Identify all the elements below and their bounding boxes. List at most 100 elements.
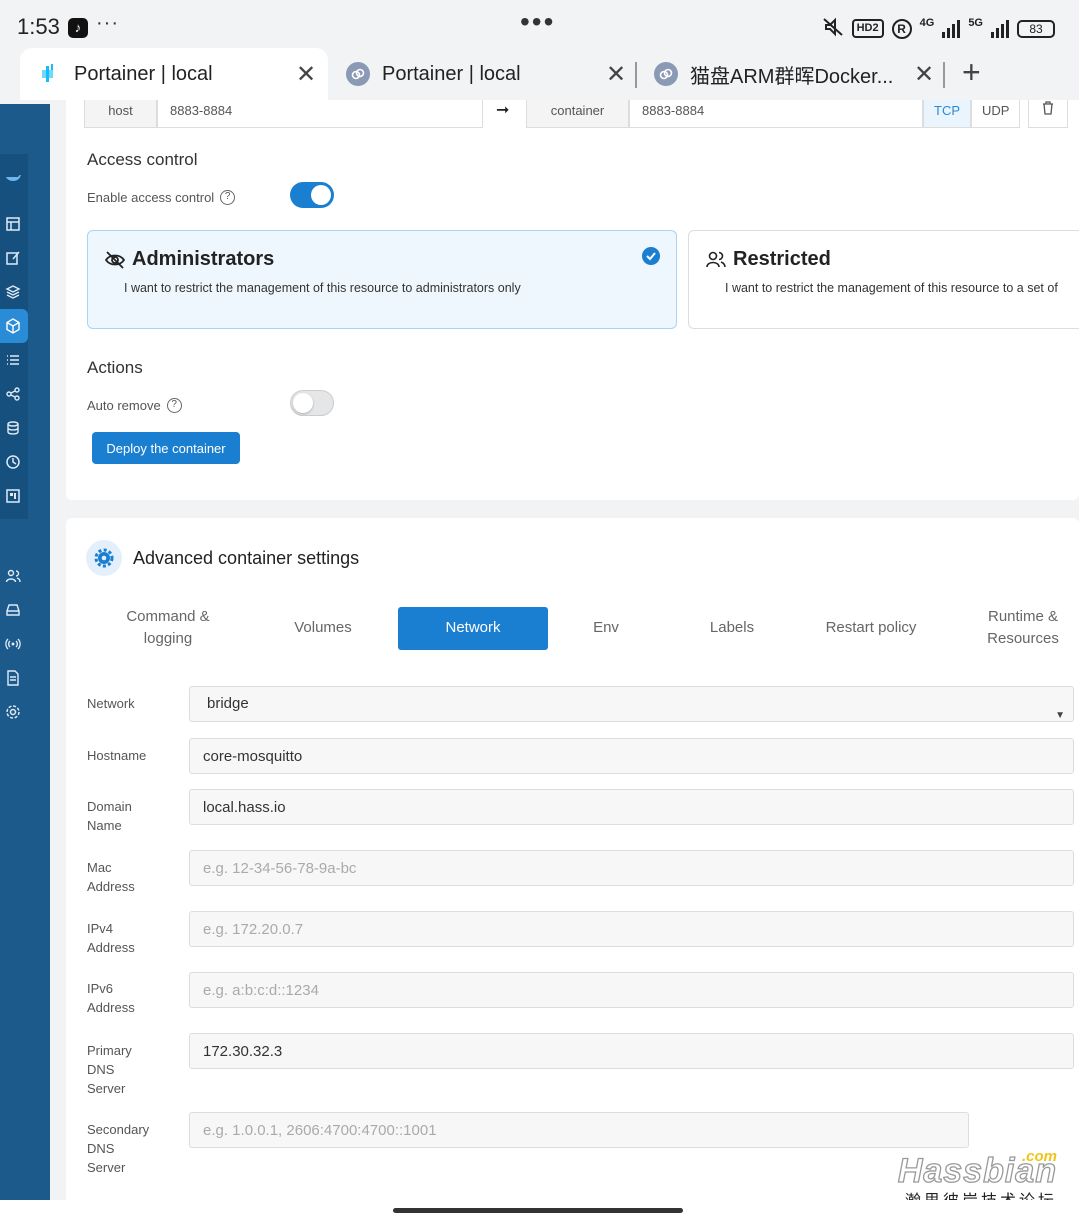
browser-tab-1[interactable]: Portainer | local ✕ bbox=[20, 48, 328, 100]
container-label: container bbox=[526, 100, 629, 128]
ipv6-address-input[interactable] bbox=[189, 972, 1074, 1008]
browser-tab-title: Portainer | local bbox=[382, 62, 521, 85]
actions-title: Actions bbox=[87, 358, 143, 377]
link-icon bbox=[654, 62, 678, 86]
tab-command-logging[interactable]: Command & logging bbox=[110, 606, 226, 650]
gear-icon bbox=[86, 540, 122, 576]
hostname-input[interactable] bbox=[189, 738, 1074, 774]
net-label-1: 4G bbox=[919, 17, 935, 29]
secondary-dns-label: Secondary DNS Server bbox=[87, 1120, 149, 1177]
primary-dns-label: Primary DNS Server bbox=[87, 1041, 132, 1098]
label-line: Name bbox=[87, 818, 122, 833]
tab-label: logging bbox=[143, 630, 193, 647]
secondary-dns-input[interactable] bbox=[189, 1112, 969, 1148]
drive-icon[interactable] bbox=[0, 597, 26, 623]
caret-down-icon: ▼ bbox=[1055, 710, 1065, 721]
home-indicator[interactable] bbox=[393, 1208, 683, 1213]
close-icon[interactable]: ✕ bbox=[296, 60, 316, 89]
protocol-tcp-button[interactable]: TCP bbox=[923, 100, 971, 128]
battery-icon: 83 bbox=[1017, 19, 1055, 38]
tab-env[interactable]: Env bbox=[576, 617, 636, 639]
administrators-title: Administrators bbox=[132, 248, 275, 270]
domain-name-input[interactable] bbox=[189, 789, 1074, 825]
share-icon[interactable] bbox=[0, 381, 26, 407]
help-icon[interactable]: ? bbox=[166, 398, 182, 413]
label-line: Address bbox=[87, 1000, 135, 1015]
host-port-input[interactable]: 8883-8884 bbox=[157, 100, 483, 128]
label-line: Secondary bbox=[87, 1122, 150, 1137]
tab-labels[interactable]: Labels bbox=[696, 617, 768, 639]
auto-remove-toggle[interactable] bbox=[290, 390, 334, 416]
close-icon[interactable]: ✕ bbox=[914, 60, 934, 89]
ipv4-address-input[interactable] bbox=[189, 911, 1074, 947]
dashboard-icon[interactable] bbox=[0, 211, 26, 237]
mac-address-input[interactable] bbox=[189, 850, 1074, 886]
database-icon[interactable] bbox=[0, 415, 26, 441]
administrators-option[interactable]: Administrators I want to restrict the ma… bbox=[87, 230, 677, 329]
registry-icon[interactable] bbox=[0, 483, 26, 509]
restricted-option[interactable]: Restricted I want to restrict the manage… bbox=[688, 230, 1079, 329]
docker-icon[interactable] bbox=[0, 164, 26, 190]
label-line: IPv6 bbox=[87, 981, 114, 996]
container-icon[interactable] bbox=[0, 313, 26, 339]
settings-icon[interactable] bbox=[0, 699, 26, 725]
label-line: Server bbox=[87, 1081, 126, 1096]
users-icon bbox=[705, 249, 727, 271]
mute-icon bbox=[822, 17, 844, 40]
ipv6-address-label: IPv6 Address bbox=[87, 979, 135, 1017]
eye-slash-icon bbox=[104, 249, 126, 271]
label-line: Server bbox=[87, 1160, 126, 1175]
tab-separator bbox=[943, 62, 945, 88]
administrators-description: I want to restrict the management of thi… bbox=[124, 281, 521, 295]
tab-restart-policy[interactable]: Restart policy bbox=[811, 617, 931, 639]
list-icon[interactable] bbox=[0, 347, 26, 373]
edit-icon[interactable] bbox=[0, 245, 26, 271]
trash-icon[interactable] bbox=[1028, 100, 1069, 128]
deploy-container-button[interactable]: Deploy the container bbox=[92, 432, 240, 464]
access-control-toggle[interactable] bbox=[290, 182, 334, 208]
clock-icon[interactable] bbox=[0, 449, 26, 475]
browser-tab-title: Portainer | local bbox=[74, 62, 213, 85]
container-port-input[interactable]: 8883-8884 bbox=[629, 100, 923, 128]
signal-icon-2 bbox=[991, 19, 1009, 38]
label-line: Hostname bbox=[87, 748, 147, 763]
label-line: Mac bbox=[87, 860, 112, 875]
browser-tab-3[interactable]: 猫盘ARM群晖Docker... ✕ bbox=[654, 48, 944, 100]
label-line: DNS bbox=[87, 1062, 115, 1077]
new-tab-icon[interactable]: + bbox=[962, 54, 981, 91]
tab-network[interactable]: Network bbox=[398, 607, 548, 650]
host-label: host bbox=[84, 100, 157, 128]
close-icon[interactable]: ✕ bbox=[606, 60, 626, 89]
document-icon[interactable] bbox=[0, 665, 26, 691]
sidebar bbox=[0, 104, 50, 1200]
label-line: IPv4 bbox=[87, 921, 114, 936]
browser-tab-2[interactable]: Portainer | local ✕ bbox=[346, 48, 636, 100]
label-line: Network bbox=[87, 696, 135, 711]
label-line: Primary bbox=[87, 1043, 132, 1058]
ipv4-address-label: IPv4 Address bbox=[87, 919, 135, 957]
tab-runtime-resources[interactable]: Runtime & Resources bbox=[974, 606, 1072, 650]
toggle-knob bbox=[311, 185, 331, 205]
tiktok-icon: ♪ bbox=[68, 18, 88, 38]
browser-tab-title: 猫盘ARM群晖Docker... bbox=[690, 65, 894, 88]
tab-volumes[interactable]: Volumes bbox=[278, 617, 368, 639]
broadcast-icon[interactable] bbox=[0, 631, 26, 657]
watermark-com: .com bbox=[1021, 1148, 1057, 1165]
arrow-right-icon: ➞ bbox=[496, 102, 510, 119]
check-circle-icon bbox=[642, 247, 660, 265]
users-icon[interactable] bbox=[0, 563, 26, 589]
layers-icon[interactable] bbox=[0, 279, 26, 305]
network-select[interactable]: bridge ▼ bbox=[189, 686, 1074, 722]
auto-remove-text: Auto remove bbox=[87, 398, 161, 413]
primary-dns-input[interactable] bbox=[189, 1033, 1074, 1069]
status-time: 1:53 bbox=[17, 14, 60, 39]
restricted-title: Restricted bbox=[733, 248, 831, 270]
protocol-udp-button[interactable]: UDP bbox=[971, 100, 1021, 128]
domain-name-label: Domain Name bbox=[87, 797, 132, 835]
network-label: Network bbox=[87, 694, 135, 713]
toggle-knob bbox=[293, 393, 313, 413]
help-icon[interactable]: ? bbox=[220, 190, 236, 205]
mac-address-label: Mac Address bbox=[87, 858, 135, 896]
port-mapping-row: host 8883-8884 bbox=[84, 100, 483, 128]
hostname-label: Hostname bbox=[87, 746, 146, 765]
